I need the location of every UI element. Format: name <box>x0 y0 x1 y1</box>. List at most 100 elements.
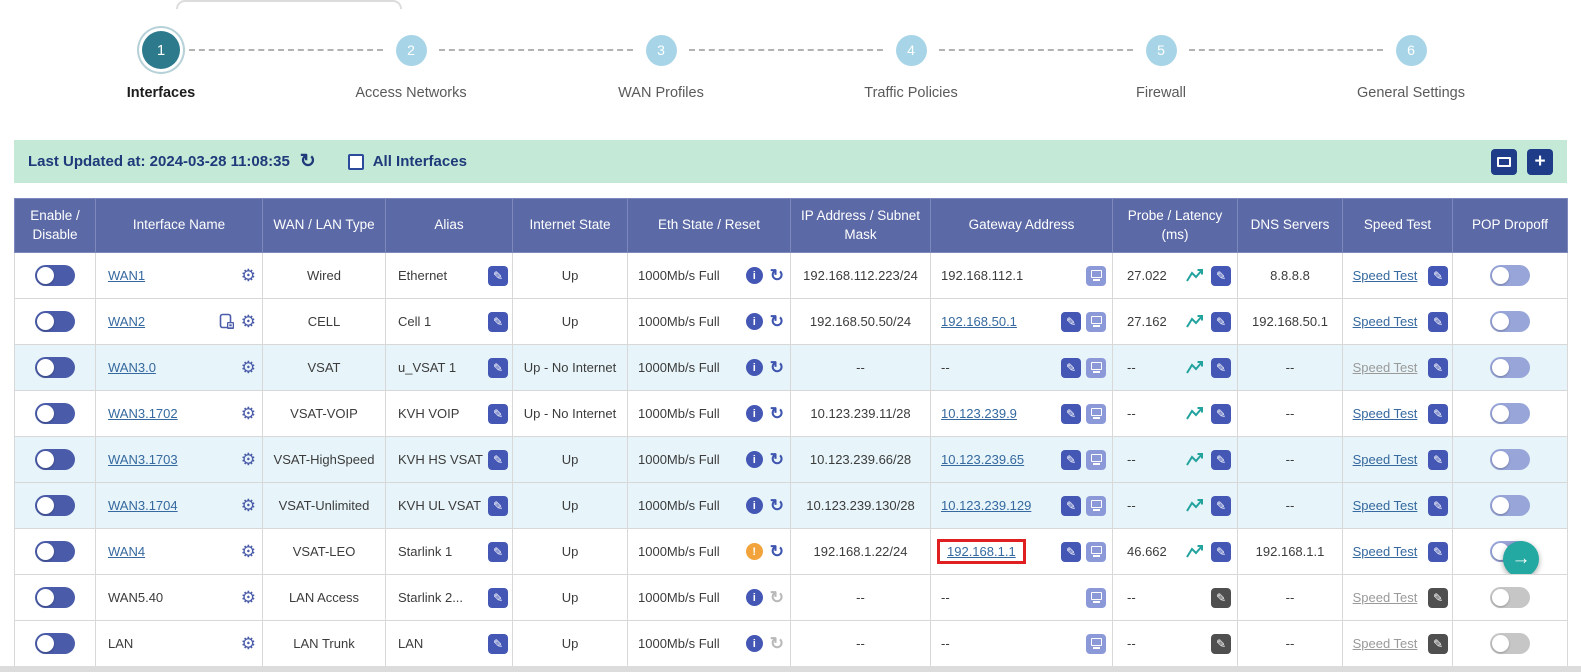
add-interface-button[interactable]: + <box>1527 149 1553 175</box>
pop-dropoff-toggle[interactable] <box>1490 311 1530 332</box>
next-arrow-fab[interactable]: → <box>1503 541 1539 575</box>
gateway-value[interactable]: 10.123.239.9 <box>941 406 1017 421</box>
stepper-step-wan-profiles[interactable]: 3WAN Profiles <box>536 30 786 101</box>
edit-icon[interactable]: ✎ <box>1061 542 1081 562</box>
info-icon[interactable]: i <box>746 635 763 652</box>
interface-name-link[interactable]: WAN3.1703 <box>108 452 178 467</box>
info-icon[interactable]: i <box>746 267 763 284</box>
speed-test-link[interactable]: Speed Test <box>1347 544 1423 559</box>
enable-toggle[interactable] <box>35 633 75 654</box>
info-icon[interactable]: i <box>746 359 763 376</box>
interface-name-link[interactable]: WAN3.1704 <box>108 498 178 513</box>
edit-icon[interactable]: ✎ <box>1428 404 1448 424</box>
monitor-icon[interactable] <box>1086 588 1106 608</box>
edit-icon[interactable]: ✎ <box>1211 266 1231 286</box>
edit-icon[interactable]: ✎ <box>1211 634 1231 654</box>
stepper-step-traffic-policies[interactable]: 4Traffic Policies <box>786 30 1036 101</box>
latency-chart-icon[interactable] <box>1186 498 1206 513</box>
monitor-icon[interactable] <box>1086 450 1106 470</box>
gear-icon[interactable]: ⚙ <box>241 635 256 652</box>
interface-name-link[interactable]: WAN3.1702 <box>108 406 178 421</box>
edit-icon[interactable]: ✎ <box>1211 358 1231 378</box>
reset-icon[interactable]: ↻ <box>770 405 784 422</box>
latency-chart-icon[interactable] <box>1186 406 1206 421</box>
edit-icon[interactable]: ✎ <box>1211 496 1231 516</box>
pop-dropoff-toggle[interactable] <box>1490 403 1530 424</box>
speed-test-link[interactable]: Speed Test <box>1347 452 1423 467</box>
gear-icon[interactable]: ⚙ <box>241 589 256 606</box>
enable-toggle[interactable] <box>35 265 75 286</box>
gear-icon[interactable]: ⚙ <box>241 313 256 330</box>
interface-name-link[interactable]: WAN4 <box>108 544 145 559</box>
stepper-step-access-networks[interactable]: 2Access Networks <box>286 30 536 101</box>
edit-icon[interactable]: ✎ <box>488 404 508 424</box>
enable-toggle[interactable] <box>35 403 75 424</box>
info-icon[interactable]: i <box>746 497 763 514</box>
enable-toggle[interactable] <box>35 495 75 516</box>
reset-icon[interactable]: ↻ <box>770 543 784 560</box>
monitor-icon[interactable] <box>1086 312 1106 332</box>
reset-icon[interactable]: ↻ <box>770 451 784 468</box>
reset-icon[interactable]: ↻ <box>770 313 784 330</box>
all-interfaces-checkbox[interactable] <box>348 154 364 170</box>
info-icon[interactable]: i <box>746 589 763 606</box>
speed-test-link[interactable]: Speed Test <box>1347 268 1423 283</box>
gear-icon[interactable]: ⚙ <box>241 543 256 560</box>
speed-test-link[interactable]: Speed Test <box>1347 406 1423 421</box>
edit-icon[interactable]: ✎ <box>1428 588 1448 608</box>
edit-icon[interactable]: ✎ <box>1428 634 1448 654</box>
enable-toggle[interactable] <box>35 357 75 378</box>
pop-dropoff-toggle[interactable] <box>1490 357 1530 378</box>
edit-icon[interactable]: ✎ <box>1211 312 1231 332</box>
gear-icon[interactable]: ⚙ <box>241 497 256 514</box>
speed-test-link[interactable]: Speed Test <box>1347 314 1423 329</box>
reset-icon[interactable]: ↻ <box>770 497 784 514</box>
info-icon[interactable]: i <box>746 451 763 468</box>
latency-chart-icon[interactable] <box>1186 314 1206 329</box>
gear-icon[interactable]: ⚙ <box>241 267 256 284</box>
stepper-step-firewall[interactable]: 5Firewall <box>1036 30 1286 101</box>
edit-icon[interactable]: ✎ <box>1211 404 1231 424</box>
warning-icon[interactable]: ! <box>746 543 763 560</box>
monitor-icon[interactable] <box>1086 266 1106 286</box>
info-icon[interactable]: i <box>746 313 763 330</box>
edit-icon[interactable]: ✎ <box>1061 450 1081 470</box>
all-interfaces-checkbox-group[interactable]: All Interfaces <box>348 153 467 170</box>
enable-toggle[interactable] <box>35 311 75 332</box>
latency-chart-icon[interactable] <box>1186 360 1206 375</box>
monitor-icon[interactable] <box>1086 542 1106 562</box>
display-view-button[interactable] <box>1491 149 1517 175</box>
edit-icon[interactable]: ✎ <box>1211 542 1231 562</box>
info-icon[interactable]: i <box>746 405 763 422</box>
gateway-value[interactable]: 10.123.239.65 <box>941 452 1024 467</box>
latency-chart-icon[interactable] <box>1186 268 1206 283</box>
enable-toggle[interactable] <box>35 541 75 562</box>
gear-icon[interactable]: ⚙ <box>241 359 256 376</box>
gear-icon[interactable]: ⚙ <box>241 451 256 468</box>
gateway-value[interactable]: 192.168.50.1 <box>941 314 1017 329</box>
edit-icon[interactable]: ✎ <box>488 634 508 654</box>
edit-icon[interactable]: ✎ <box>1211 450 1231 470</box>
enable-toggle[interactable] <box>35 449 75 470</box>
edit-icon[interactable]: ✎ <box>1428 266 1448 286</box>
stepper-step-general-settings[interactable]: 6General Settings <box>1286 30 1536 101</box>
edit-icon[interactable]: ✎ <box>488 358 508 378</box>
edit-icon[interactable]: ✎ <box>1428 450 1448 470</box>
edit-icon[interactable]: ✎ <box>488 496 508 516</box>
edit-icon[interactable]: ✎ <box>1061 404 1081 424</box>
interface-name-link[interactable]: WAN3.0 <box>108 360 156 375</box>
edit-icon[interactable]: ✎ <box>1428 496 1448 516</box>
edit-icon[interactable]: ✎ <box>488 266 508 286</box>
pop-dropoff-toggle[interactable] <box>1490 449 1530 470</box>
edit-icon[interactable]: ✎ <box>488 588 508 608</box>
edit-icon[interactable]: ✎ <box>1428 312 1448 332</box>
gateway-value[interactable]: 192.168.1.1 <box>947 544 1016 559</box>
latency-chart-icon[interactable] <box>1186 452 1206 467</box>
interface-name-link[interactable]: WAN1 <box>108 268 145 283</box>
edit-icon[interactable]: ✎ <box>1428 542 1448 562</box>
stepper-step-interfaces[interactable]: 1Interfaces <box>36 30 286 101</box>
edit-icon[interactable]: ✎ <box>1061 358 1081 378</box>
edit-icon[interactable]: ✎ <box>1061 496 1081 516</box>
refresh-icon[interactable]: ↻ <box>300 152 316 171</box>
speed-test-link[interactable]: Speed Test <box>1347 498 1423 513</box>
